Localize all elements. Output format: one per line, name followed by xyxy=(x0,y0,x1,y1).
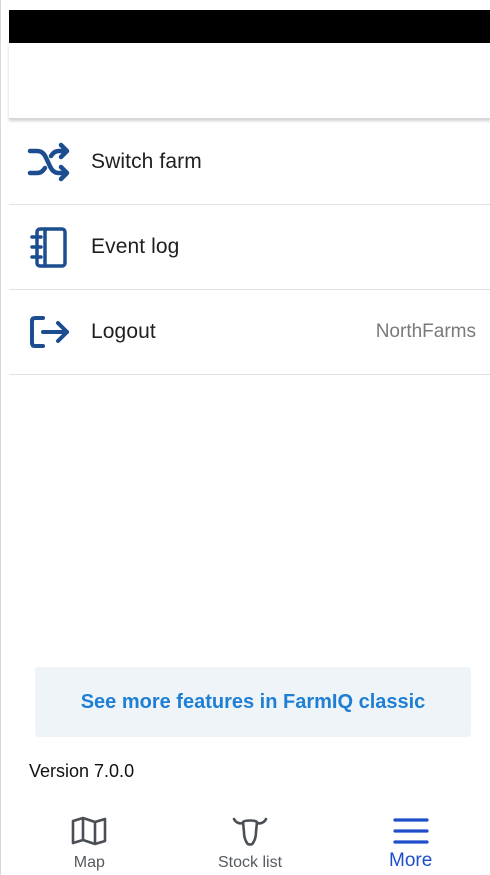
bottom-tab-bar: Map Stock list More xyxy=(9,805,490,875)
menu-item-event-log[interactable]: Event log xyxy=(9,205,490,290)
hamburger-menu-icon xyxy=(391,814,431,848)
tab-map[interactable]: Map xyxy=(9,805,170,875)
menu-list: Switch farm Event log Logout NorthFarms xyxy=(9,120,490,375)
menu-item-logout[interactable]: Logout NorthFarms xyxy=(9,290,490,375)
app-header xyxy=(9,43,490,119)
tab-stock-list[interactable]: Stock list xyxy=(170,805,331,875)
tab-label: More xyxy=(389,850,433,871)
tab-label: Map xyxy=(73,854,105,871)
cow-icon xyxy=(230,814,270,848)
notebook-icon xyxy=(27,225,71,269)
status-bar xyxy=(9,10,490,43)
menu-item-switch-farm[interactable]: Switch farm xyxy=(9,120,490,205)
map-icon xyxy=(69,814,109,848)
farmiq-classic-link[interactable]: See more features in FarmIQ classic xyxy=(35,667,471,737)
tab-label: Stock list xyxy=(218,854,283,871)
version-text: Version 7.0.0 xyxy=(29,761,135,781)
shuffle-icon xyxy=(27,140,71,184)
menu-item-label: Logout xyxy=(91,320,156,343)
menu-item-label: Event log xyxy=(91,235,180,258)
farmiq-classic-link-label: See more features in FarmIQ classic xyxy=(80,690,426,713)
tab-more[interactable]: More xyxy=(330,805,490,875)
menu-item-label: Switch farm xyxy=(91,150,202,173)
app-screen: Switch farm Event log Logout NorthFarms … xyxy=(0,0,490,875)
logout-icon xyxy=(27,310,71,354)
current-farm-name: NorthFarms xyxy=(375,321,476,342)
